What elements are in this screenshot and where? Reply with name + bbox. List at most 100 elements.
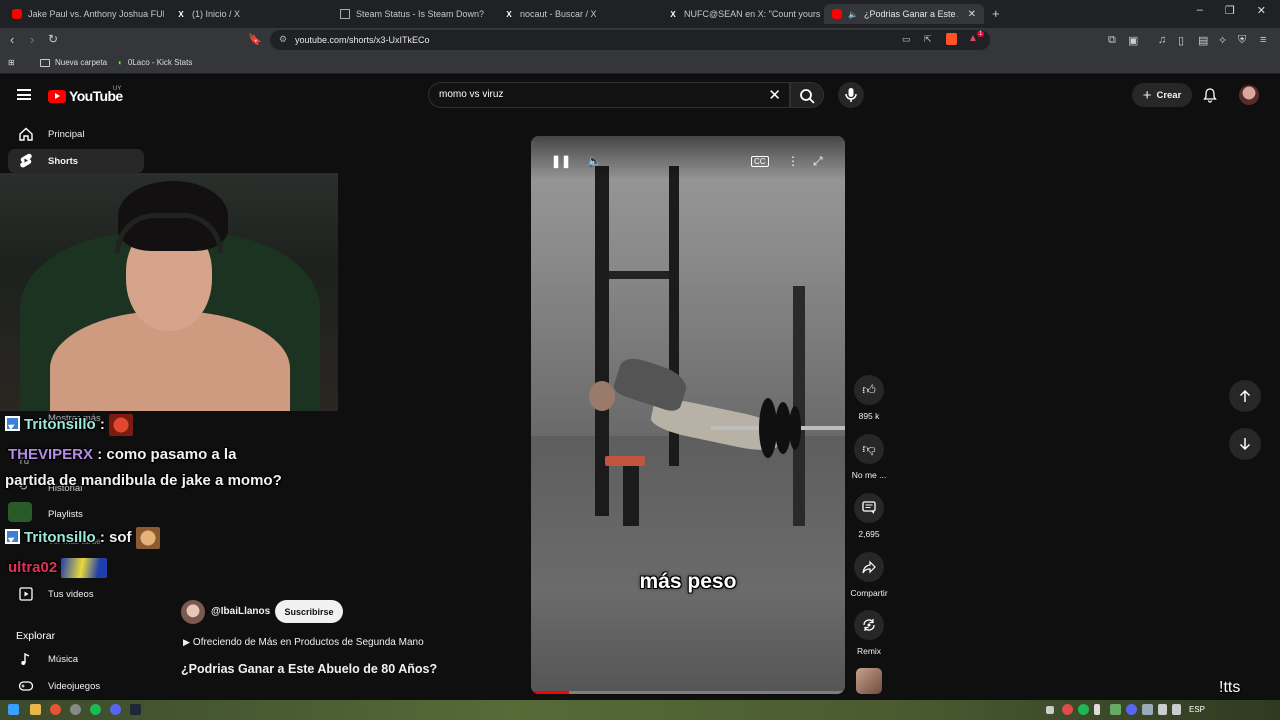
brave-shield-icon[interactable]: [946, 33, 957, 45]
browser-tab[interactable]: Steam Status - Is Steam Down?: [332, 4, 492, 24]
share-action[interactable]: Compartir: [848, 552, 890, 598]
share-button[interactable]: [854, 552, 884, 582]
tray-mic-icon[interactable]: [1094, 704, 1100, 715]
browser-tab[interactable]: X NUFC@SEAN en X: "Count yourself l: [660, 4, 820, 24]
remix-button[interactable]: [854, 610, 884, 640]
network-icon[interactable]: [1158, 704, 1167, 715]
sidebar-item-gaming[interactable]: Videojuegos: [8, 674, 144, 698]
apps-grid-icon[interactable]: ⊞: [8, 58, 15, 67]
tray-app-icon[interactable]: [1110, 704, 1121, 715]
account-avatar[interactable]: [1239, 85, 1259, 105]
file-explorer-icon[interactable]: [30, 704, 41, 715]
sidebar-panel-icon[interactable]: ▯: [1178, 34, 1184, 47]
reload-icon[interactable]: ↻: [48, 32, 58, 46]
channel-avatar[interactable]: [181, 600, 205, 624]
steam-icon[interactable]: [130, 704, 141, 715]
comments-button[interactable]: [854, 493, 884, 523]
volume-tray-icon[interactable]: [1172, 704, 1181, 715]
sidebar-item-music[interactable]: Música: [8, 647, 144, 671]
minimize-icon[interactable]: –: [1197, 4, 1203, 17]
language-indicator[interactable]: ESP: [1189, 705, 1205, 714]
like-button[interactable]: 👍︎: [854, 375, 884, 405]
wallet-icon[interactable]: ▤: [1198, 34, 1208, 47]
thumbs-up-icon: 👍︎: [862, 382, 876, 397]
browser-tab[interactable]: Jake Paul vs. Anthony Joshua FULL F: [4, 4, 164, 24]
spotify-icon[interactable]: [90, 704, 101, 715]
bookmark-label: Nueva carpeta: [55, 58, 108, 67]
sidebar-item-home[interactable]: Principal: [8, 122, 144, 146]
sidebar-item-your-videos[interactable]: Tus videos: [8, 582, 144, 606]
windows-start-icon[interactable]: [8, 704, 19, 715]
short-title: ¿Podrias Ganar a Este Abuelo de 80 Años?: [181, 662, 438, 676]
next-short-button[interactable]: [1229, 428, 1261, 460]
dislike-button[interactable]: 👎︎: [854, 434, 884, 464]
sidebar-item-shorts[interactable]: Shorts: [8, 149, 144, 173]
bookmark-icon[interactable]: 🔖: [248, 33, 262, 46]
obs-icon[interactable]: [70, 704, 81, 715]
browser-tab[interactable]: X nocaut - Buscar / X: [496, 4, 656, 24]
remix-action[interactable]: Remix: [848, 610, 890, 656]
microphone-icon: [845, 88, 857, 102]
volume-icon[interactable]: 🔈: [587, 154, 602, 168]
chat-badge-icon: [5, 415, 20, 431]
pause-icon[interactable]: ❚❚: [551, 154, 571, 168]
kick-icon: ◐: [118, 58, 123, 67]
sidebar-item-playlists[interactable]: Playlists: [48, 509, 83, 520]
search-button[interactable]: [790, 82, 824, 108]
screenshot-icon[interactable]: ▣: [1128, 34, 1138, 47]
site-info-icon[interactable]: ⚙: [279, 34, 287, 45]
tray-record-icon[interactable]: [1062, 704, 1073, 715]
close-icon[interactable]: ✕: [968, 9, 976, 20]
previous-short-button[interactable]: [1229, 380, 1261, 412]
notifications-bell-icon[interactable]: [1202, 87, 1218, 103]
browser-menu-icon[interactable]: ≡: [1260, 34, 1266, 46]
close-window-icon[interactable]: ✕: [1257, 4, 1266, 17]
tray-spotify-icon[interactable]: [1078, 704, 1089, 715]
subscribe-button[interactable]: Suscribirse: [275, 600, 343, 623]
back-icon[interactable]: ‹: [10, 32, 14, 47]
hamburger-menu-icon[interactable]: [17, 89, 31, 100]
steam-icon: [340, 9, 350, 19]
share-page-icon[interactable]: ⇱: [924, 34, 932, 45]
dislike-action[interactable]: 👎︎ No me ...: [848, 434, 890, 480]
search-input[interactable]: [439, 89, 739, 100]
more-options-icon[interactable]: ⋮: [787, 154, 799, 168]
like-action[interactable]: 👍︎ 895 k: [848, 375, 890, 421]
music-queue-icon[interactable]: ♫: [1158, 34, 1166, 46]
restore-icon[interactable]: ❐: [1225, 4, 1235, 17]
red-face-emote-icon: [109, 414, 134, 436]
video-progress-bar[interactable]: [531, 691, 845, 694]
forward-icon[interactable]: ›: [30, 32, 34, 47]
discord-icon[interactable]: [110, 704, 121, 715]
brave-icon[interactable]: [50, 704, 61, 715]
cast-icon[interactable]: ▭: [902, 34, 911, 45]
clear-search-icon[interactable]: ✕: [768, 86, 781, 104]
youtube-logo[interactable]: YouTube: [48, 88, 123, 104]
tray-steam-icon[interactable]: [1142, 704, 1153, 715]
tray-discord-icon[interactable]: [1126, 704, 1137, 715]
voice-search-button[interactable]: [838, 82, 864, 108]
channel-name[interactable]: @IbaiLlanos: [211, 606, 270, 617]
extensions-icon[interactable]: ⧉: [1108, 34, 1116, 47]
sponsor-link[interactable]: ▶ Ofreciendo de Más en Productos de Segun…: [183, 637, 424, 648]
browser-tab[interactable]: X (1) Inicio / X: [168, 4, 328, 24]
chat-username: ultra02: [8, 558, 58, 576]
leo-ai-icon[interactable]: ✧: [1218, 34, 1227, 47]
chat-username: THEVIPERX: [8, 446, 94, 463]
tray-icon[interactable]: [1046, 706, 1054, 714]
video-caption: más peso: [639, 570, 737, 593]
create-button[interactable]: + Crear: [1132, 83, 1192, 107]
tab-label: ¿Podrias Ganar a Este Abuelo: [863, 9, 958, 19]
sound-thumbnail[interactable]: [856, 668, 882, 694]
bookmark-folder[interactable]: Nueva carpeta: [40, 58, 107, 67]
browser-tab-active[interactable]: 🔈 ¿Podrias Ganar a Este Abuelo ✕: [824, 4, 984, 24]
vpn-icon[interactable]: ⛨: [1238, 34, 1246, 47]
bookmark-link[interactable]: ◐ 0Laco - Kick Stats: [118, 58, 192, 67]
fullscreen-icon[interactable]: ⤢: [813, 154, 823, 169]
captions-icon[interactable]: CC: [751, 156, 769, 167]
shorts-video-player[interactable]: ❚❚ 🔈 CC ⋮ ⤢ más peso: [531, 136, 845, 694]
new-tab-icon[interactable]: +: [992, 6, 1000, 21]
comments-action[interactable]: 2,695: [848, 493, 890, 539]
url-bar[interactable]: ⚙ youtube.com/shorts/x3-UxITkECo ▭ ⇱ ▲ 1: [270, 30, 990, 50]
folder-icon: [40, 58, 50, 67]
